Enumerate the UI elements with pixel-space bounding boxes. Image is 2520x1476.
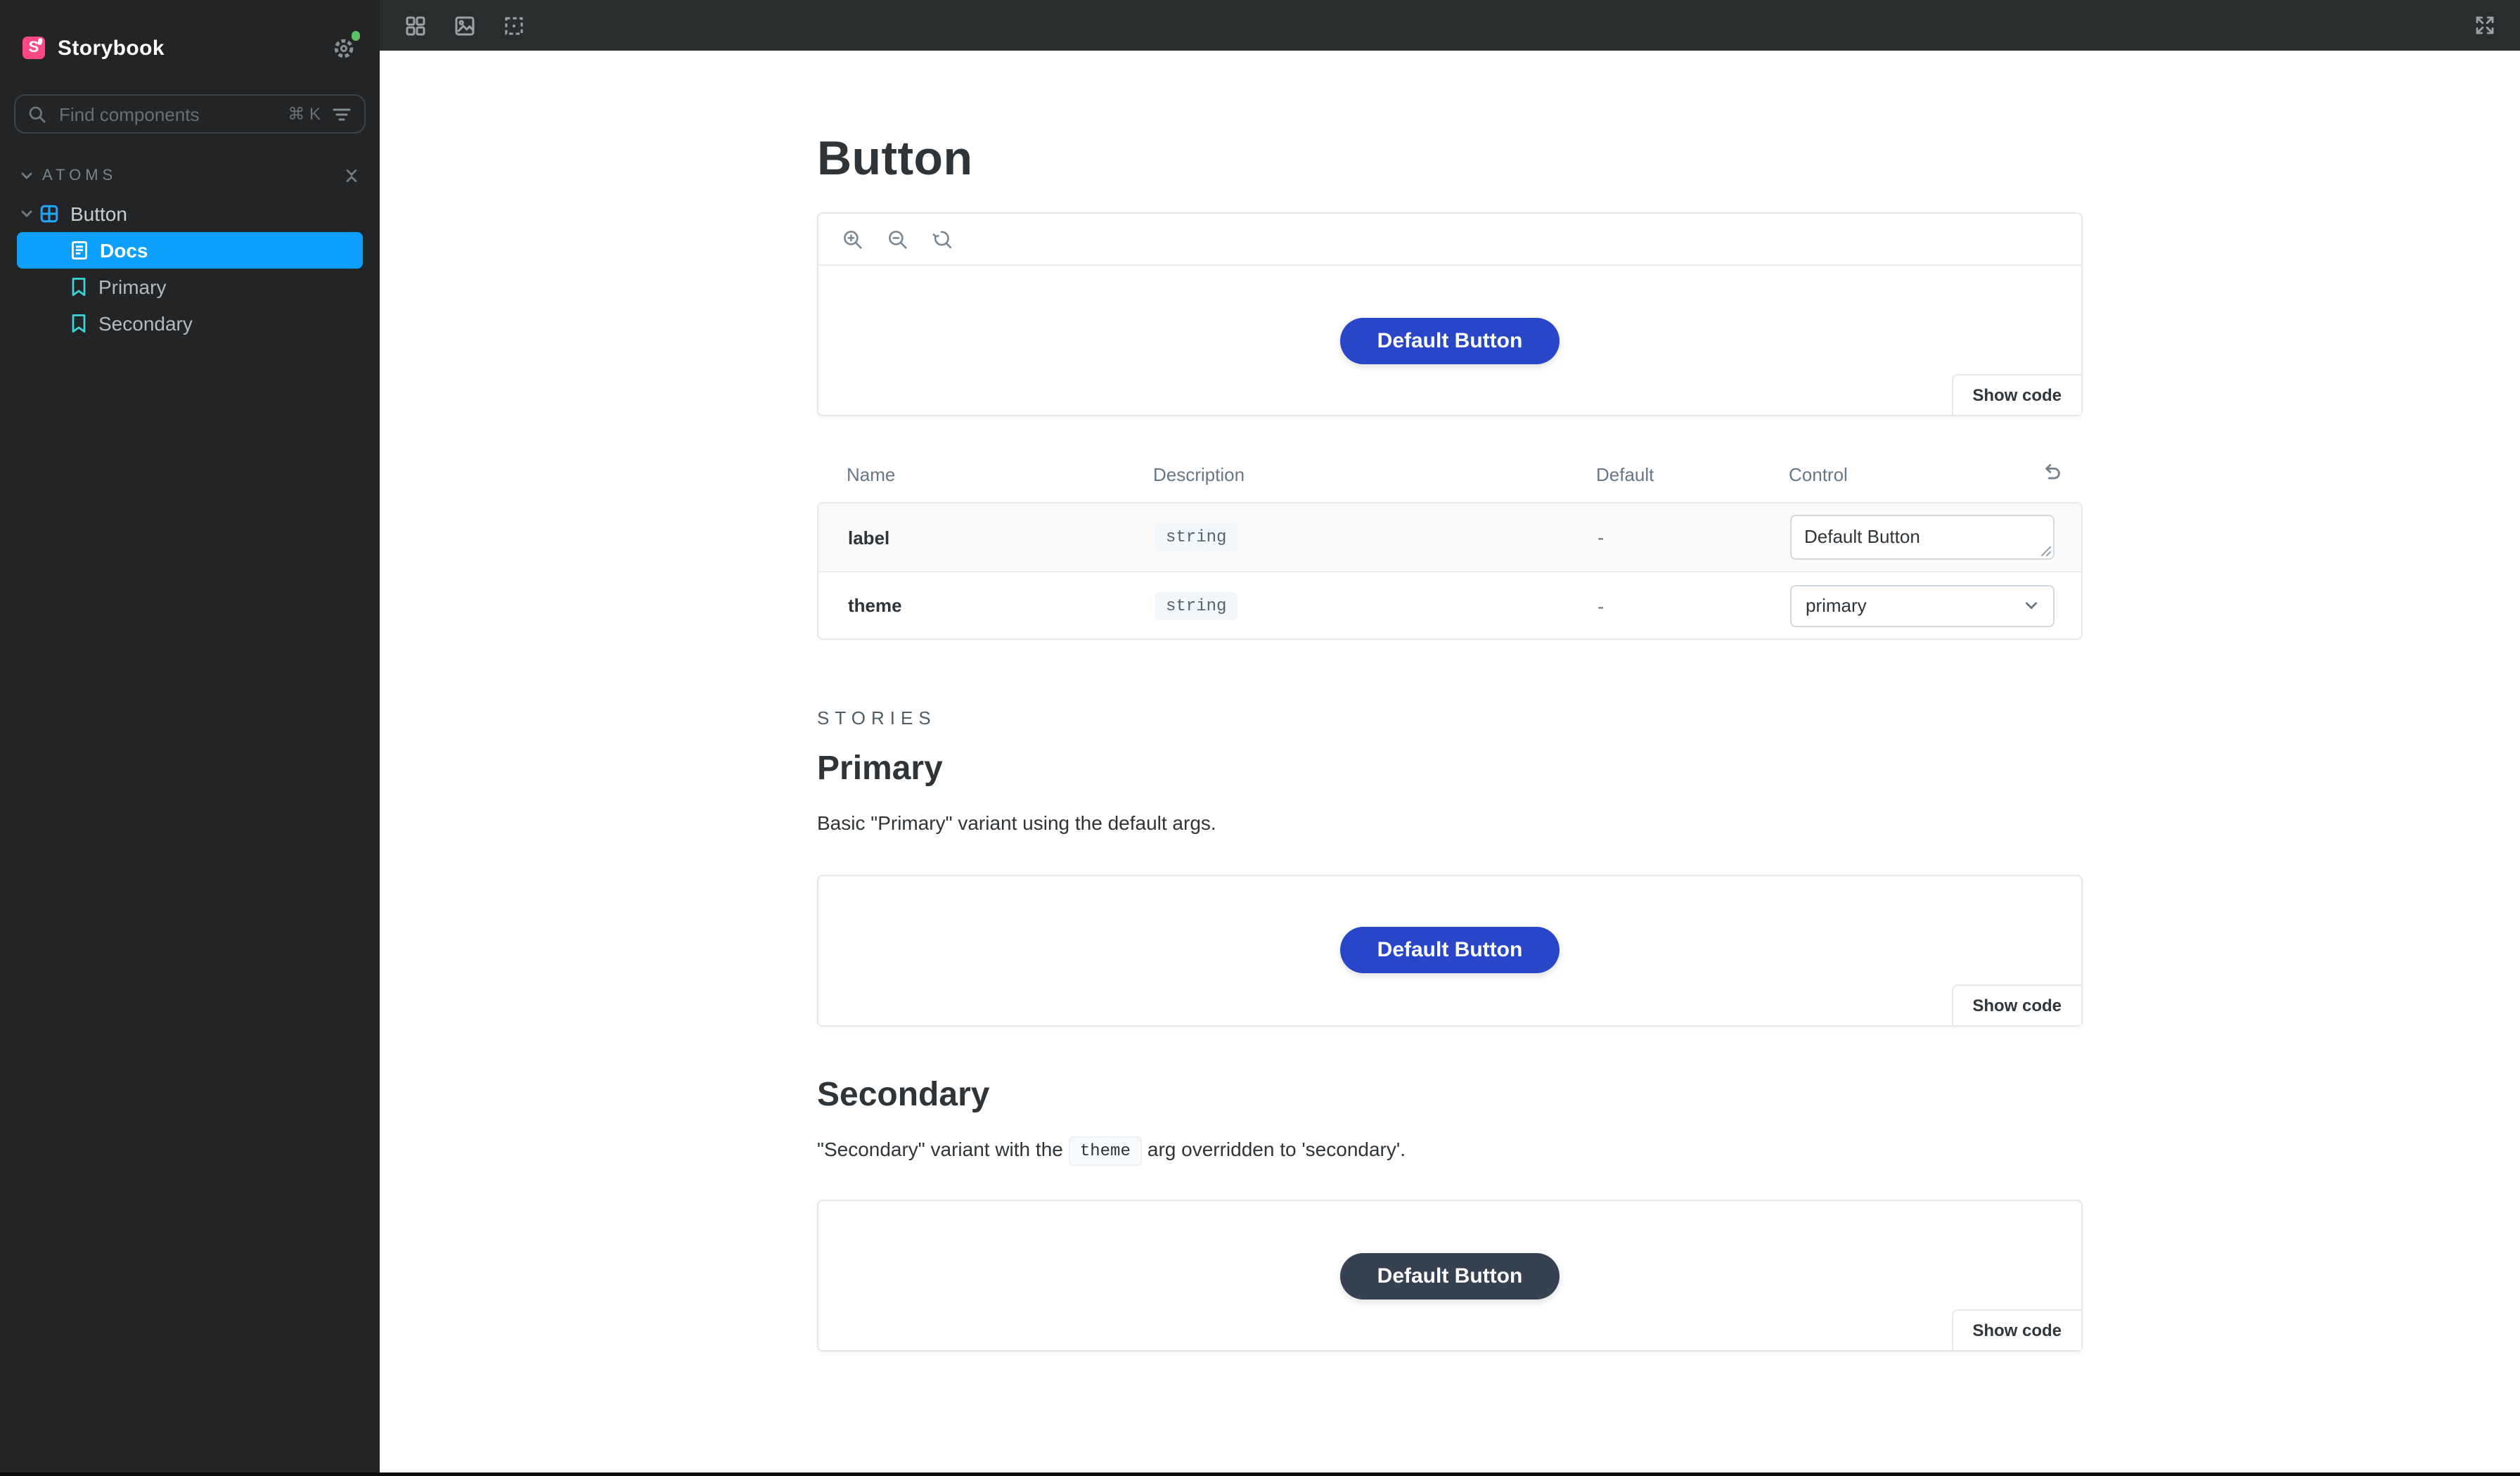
brand-title: Storybook [58,36,165,60]
story-description: "Secondary" variant with the theme arg ove… [817,1134,2083,1167]
label-control-input[interactable]: Default Button [1790,515,2055,560]
story-title-secondary: Secondary [817,1075,990,1114]
sidebar-item-label: Secondary [98,312,193,335]
chevron-down-icon [20,169,34,183]
document-icon [70,240,89,260]
collapse-all-button[interactable] [343,166,360,186]
demo-button-primary[interactable]: Default Button [1340,927,1560,974]
storybook-app: S Storybook ⌘ K [0,0,2520,1476]
fullscreen-icon [2476,16,2494,34]
selected-option: primary [1806,595,1867,616]
table-row: theme string - primary [818,571,2081,638]
arg-default: - [1598,594,1605,617]
sidebar-item-secondary[interactable]: Secondary [0,305,380,342]
bookmark-icon [70,277,87,297]
zoom-in-button[interactable] [842,229,863,250]
outline-tool-button[interactable] [495,7,532,44]
show-code-button[interactable]: Show code [1951,1309,2081,1351]
zoom-out-icon [889,230,907,248]
zoom-reset-icon [932,230,952,248]
args-table: label string - Default Button theme stri… [817,502,2083,640]
sidebar-toggle-button[interactable] [397,7,433,44]
demo-button-primary[interactable]: Default Button [1340,317,1560,364]
component-icon [39,204,59,224]
settings-button[interactable] [329,31,360,62]
chevron-down-icon[interactable] [20,207,34,221]
theme-control-select[interactable]: primary [1790,584,2055,627]
logo-notch [37,37,43,45]
search-icon [29,105,46,122]
image-icon [454,15,474,35]
preview-body: Default Button [818,1202,2081,1351]
zoom-toolbar [818,214,2081,266]
filter-icon [333,108,351,120]
brand-row: S Storybook [0,0,380,62]
sidebar-item-button[interactable]: Button [0,195,380,232]
show-code-button[interactable]: Show code [1951,984,2081,1025]
arg-description: string [1155,523,1598,551]
secondary-story-card: Default Button Show code [817,1200,2083,1352]
page-title: Button [817,132,973,186]
arg-default: - [1598,526,1605,548]
preview-body: Default Button [818,266,2081,415]
collapse-icon [346,169,357,182]
type-badge: string [1155,523,1238,551]
section-label: ATOMS [42,167,117,184]
filter-button[interactable] [332,105,352,123]
args-table-header: Name Description Default Control [817,464,2083,485]
fullscreen-button[interactable] [2467,7,2503,44]
arg-name: label [848,527,890,548]
arg-description: string [1155,591,1598,620]
main-area: Button Default Button Show code Name Des… [380,0,2520,1476]
zoom-reset-button[interactable] [932,229,953,250]
column-header-name: Name [847,464,896,485]
sidebar-section-atoms[interactable]: ATOMS [0,163,380,188]
canvas-toolbar [380,0,2520,51]
column-header-description: Description [1153,464,1245,485]
demo-button-secondary[interactable]: Default Button [1340,1252,1560,1299]
search-box[interactable]: ⌘ K [14,94,366,134]
search-shortcut: ⌘ K [288,104,321,124]
outline-icon [504,16,522,34]
bookmark-icon [70,314,87,333]
preview-body: Default Button [818,875,2081,1025]
component-tree: Button Docs Primary Secondary [0,195,380,342]
storybook-logo: S [22,37,45,59]
inline-code: theme [1068,1136,1142,1167]
reset-controls-button[interactable] [2040,461,2063,484]
search-input[interactable] [56,102,288,126]
show-code-button[interactable]: Show code [1951,374,2081,415]
type-badge: string [1155,591,1238,620]
resize-handle[interactable] [2039,544,2052,557]
bottom-bar [0,1472,2520,1476]
sidebar: S Storybook ⌘ K [0,0,380,1476]
zoom-out-button[interactable] [887,229,908,250]
sidebar-item-docs[interactable]: Docs [17,232,363,269]
sidebar-item-label: Button [70,203,127,225]
stories-section-label: STORIES [817,707,937,729]
background-tool-button[interactable] [446,7,482,44]
story-title-primary: Primary [817,750,943,788]
gear-icon [333,38,353,58]
undo-icon [2045,464,2060,480]
arg-control: primary [1790,584,2081,627]
zoom-in-icon [844,230,862,248]
arg-name: theme [848,595,902,616]
column-header-control: Control [1789,464,1848,485]
grid-icon [405,15,425,35]
sidebar-item-primary[interactable]: Primary [0,269,380,305]
sidebar-item-label: Docs [100,239,148,262]
table-row: label string - Default Button [818,503,2081,571]
chevron-down-icon [2024,598,2039,613]
primary-story-card: Default Button Show code [817,874,2083,1027]
arg-control: Default Button [1790,515,2081,560]
column-header-default: Default [1596,464,1654,485]
docs-page: Button Default Button Show code Name Des… [380,51,2520,1476]
story-description: Basic "Primary" variant using the defaul… [817,811,1216,834]
primary-preview-card: Default Button Show code [817,212,2083,416]
notification-dot [351,31,360,40]
sidebar-item-label: Primary [98,276,167,298]
